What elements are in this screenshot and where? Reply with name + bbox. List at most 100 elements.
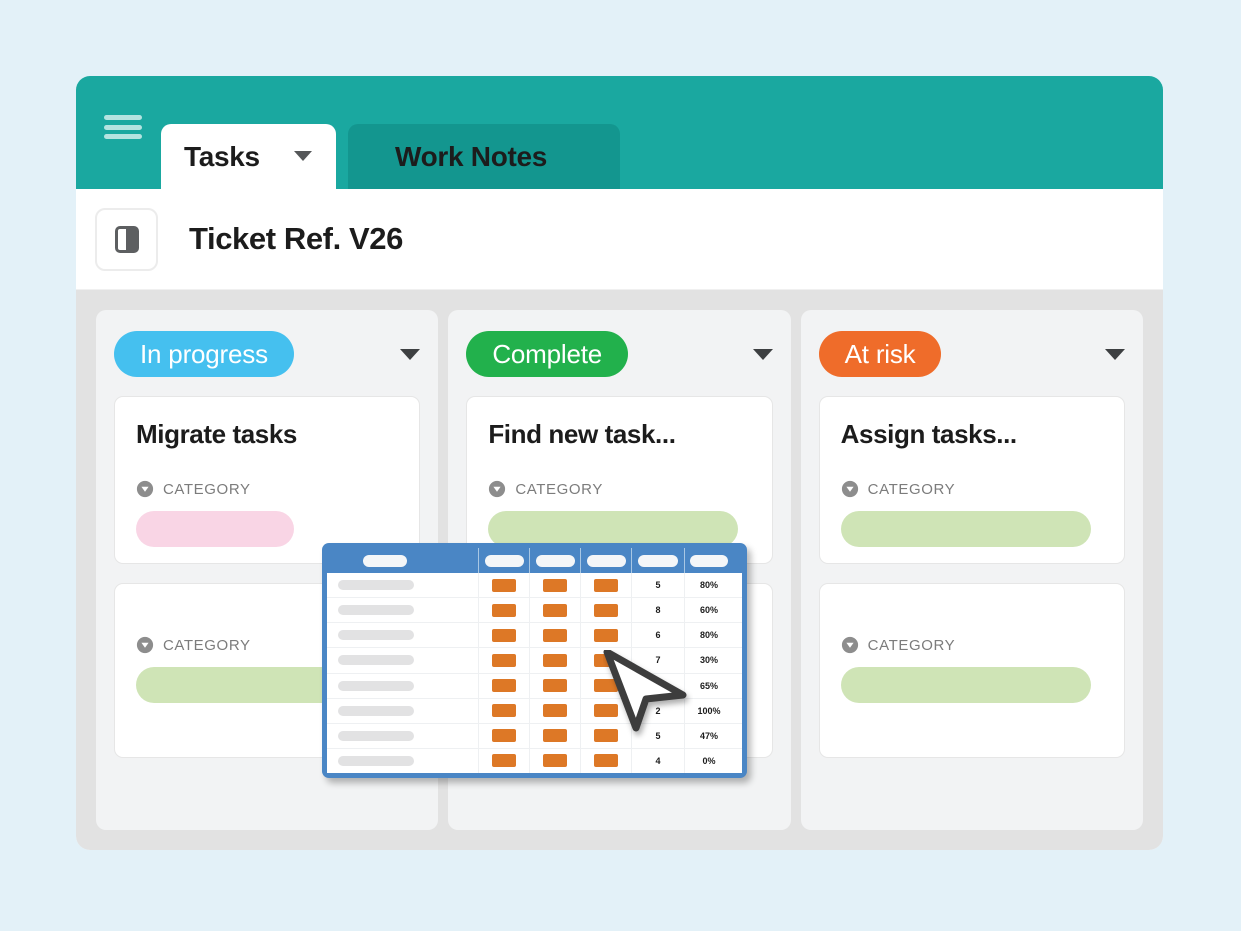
tab-tasks[interactable]: Tasks bbox=[161, 124, 336, 189]
marker-block bbox=[543, 754, 567, 768]
floating-spreadsheet-overlay[interactable]: 5 80% 8 60% 6 80% 7 30% 65% 2 100% 5 47% 4 0% bbox=[322, 543, 747, 778]
row-name-cell[interactable] bbox=[327, 698, 479, 723]
row-marker-cell[interactable] bbox=[530, 598, 581, 623]
header-cell[interactable] bbox=[685, 548, 733, 573]
spreadsheet-row[interactable]: 5 47% bbox=[327, 723, 742, 749]
header-placeholder-pill bbox=[535, 554, 575, 567]
row-marker-cell[interactable] bbox=[479, 698, 530, 723]
row-marker-cell[interactable] bbox=[581, 623, 632, 648]
row-marker-cell[interactable] bbox=[581, 598, 632, 623]
row-name-placeholder bbox=[338, 655, 414, 666]
marker-block bbox=[543, 704, 567, 718]
row-name-placeholder bbox=[338, 580, 414, 591]
row-percent-cell[interactable]: 65% bbox=[685, 674, 733, 698]
row-name-cell[interactable] bbox=[327, 648, 479, 673]
chevron-down-icon[interactable] bbox=[752, 348, 773, 360]
row-marker-cell[interactable] bbox=[479, 623, 530, 648]
row-name-cell[interactable] bbox=[327, 598, 479, 623]
task-card[interactable]: Assign tasks... CATEGORY bbox=[818, 396, 1125, 564]
category-value-bar bbox=[840, 667, 1091, 703]
row-percent-cell[interactable]: 47% bbox=[685, 724, 733, 748]
row-marker-cell[interactable] bbox=[581, 723, 632, 748]
row-marker-cell[interactable] bbox=[479, 723, 530, 748]
spreadsheet-row[interactable]: 2 100% bbox=[327, 698, 742, 724]
hamburger-bar bbox=[104, 115, 142, 120]
header-cell[interactable] bbox=[479, 548, 530, 573]
marker-block bbox=[492, 628, 516, 642]
row-marker-cell[interactable] bbox=[530, 723, 581, 748]
status-badge-complete[interactable]: Complete bbox=[466, 331, 629, 377]
row-marker-cell[interactable] bbox=[530, 698, 581, 723]
status-badge-in-progress[interactable]: In progress bbox=[114, 331, 294, 377]
row-count-cell[interactable]: 5 bbox=[632, 573, 685, 598]
marker-block bbox=[543, 729, 567, 743]
category-value-bar bbox=[840, 511, 1091, 547]
spreadsheet-body: 5 80% 8 60% 6 80% 7 30% 65% 2 100% 5 47% 4 0% bbox=[327, 573, 742, 773]
marker-block bbox=[543, 679, 567, 693]
row-count-cell[interactable]: 7 bbox=[632, 648, 685, 673]
chevron-down-icon[interactable] bbox=[400, 348, 421, 360]
row-count-cell[interactable]: 6 bbox=[632, 623, 685, 648]
category-value-bar bbox=[136, 511, 294, 547]
header-cell[interactable] bbox=[632, 548, 685, 573]
row-marker-cell[interactable] bbox=[479, 598, 530, 623]
row-percent-cell[interactable]: 80% bbox=[685, 623, 733, 647]
row-count-cell[interactable]: 8 bbox=[632, 598, 685, 623]
row-percent-cell[interactable]: 100% bbox=[685, 699, 733, 723]
row-marker-cell[interactable] bbox=[530, 748, 581, 773]
chevron-down-icon[interactable] bbox=[1104, 348, 1125, 360]
marker-block bbox=[543, 603, 567, 617]
row-marker-cell[interactable] bbox=[479, 673, 530, 698]
spreadsheet-row[interactable]: 6 80% bbox=[327, 623, 742, 649]
spreadsheet-row[interactable]: 5 80% bbox=[327, 573, 742, 599]
row-name-cell[interactable] bbox=[327, 723, 479, 748]
row-count-cell[interactable]: 2 bbox=[632, 698, 685, 723]
status-badge-at-risk[interactable]: At risk bbox=[818, 331, 942, 377]
spreadsheet-row[interactable]: 7 30% bbox=[327, 648, 742, 674]
spreadsheet-row[interactable]: 65% bbox=[327, 673, 742, 699]
task-card[interactable]: Migrate tasks CATEGORY bbox=[114, 396, 421, 564]
row-percent-cell[interactable]: 0% bbox=[685, 749, 733, 773]
row-percent-cell[interactable]: 60% bbox=[685, 598, 733, 622]
row-marker-cell[interactable] bbox=[530, 673, 581, 698]
row-marker-cell[interactable] bbox=[581, 573, 632, 598]
row-name-cell[interactable] bbox=[327, 623, 479, 648]
task-card-title: Find new task... bbox=[488, 419, 676, 449]
hamburger-menu-icon[interactable] bbox=[104, 112, 142, 142]
row-marker-cell[interactable] bbox=[581, 648, 632, 673]
task-card[interactable]: Find new task... CATEGORY bbox=[466, 396, 773, 564]
row-count-cell[interactable]: 4 bbox=[632, 748, 685, 773]
task-card[interactable]: CATEGORY bbox=[818, 583, 1125, 758]
row-percent-cell[interactable]: 80% bbox=[685, 573, 733, 597]
spreadsheet-row[interactable]: 4 0% bbox=[327, 748, 742, 773]
row-marker-cell[interactable] bbox=[581, 698, 632, 723]
header-cell[interactable] bbox=[327, 548, 479, 573]
chevron-down-icon[interactable] bbox=[294, 151, 312, 161]
marker-block bbox=[492, 704, 516, 718]
row-marker-cell[interactable] bbox=[479, 573, 530, 598]
category-label: CATEGORY bbox=[867, 636, 956, 654]
tab-work-notes[interactable]: Work Notes bbox=[348, 124, 620, 189]
row-marker-cell[interactable] bbox=[530, 623, 581, 648]
row-name-cell[interactable] bbox=[327, 748, 479, 773]
marker-block bbox=[594, 628, 618, 642]
header-cell[interactable] bbox=[530, 548, 581, 573]
row-marker-cell[interactable] bbox=[530, 648, 581, 673]
row-marker-cell[interactable] bbox=[479, 648, 530, 673]
row-marker-cell[interactable] bbox=[581, 748, 632, 773]
row-name-placeholder bbox=[338, 605, 414, 616]
row-name-cell[interactable] bbox=[327, 673, 479, 698]
category-icon bbox=[841, 480, 858, 498]
panel-toggle-button[interactable] bbox=[95, 207, 158, 271]
row-marker-cell[interactable] bbox=[581, 673, 632, 698]
marker-block bbox=[543, 628, 567, 642]
row-name-cell[interactable] bbox=[327, 573, 479, 598]
category-label: CATEGORY bbox=[515, 480, 603, 498]
header-cell[interactable] bbox=[581, 548, 632, 573]
row-count-cell[interactable]: 5 bbox=[632, 723, 685, 748]
row-percent-cell[interactable]: 30% bbox=[685, 648, 733, 672]
spreadsheet-row[interactable]: 8 60% bbox=[327, 598, 742, 624]
row-marker-cell[interactable] bbox=[479, 748, 530, 773]
row-marker-cell[interactable] bbox=[530, 573, 581, 598]
row-count-cell[interactable] bbox=[632, 673, 685, 698]
